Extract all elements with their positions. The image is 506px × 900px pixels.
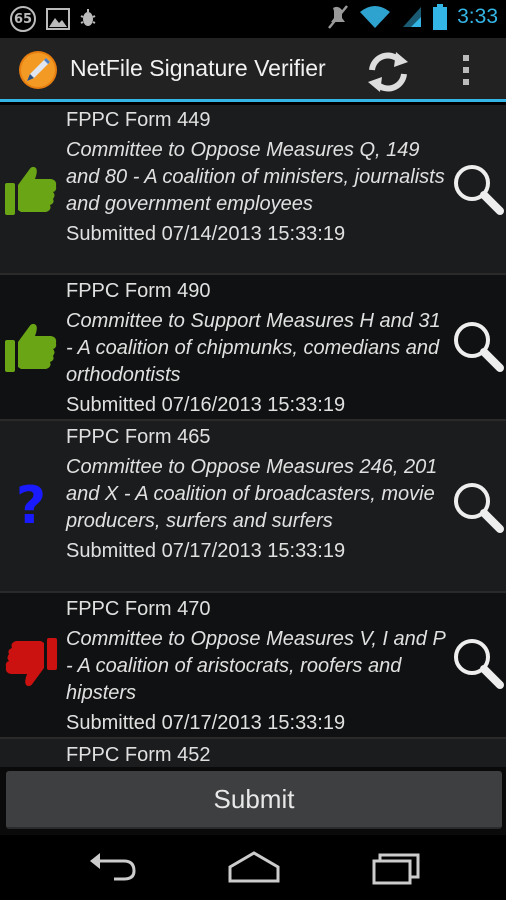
status-bar-notifications: 65 bbox=[10, 6, 96, 32]
form-label: FPPC Form 449 bbox=[66, 109, 211, 131]
app-title: NetFile Signature Verifier bbox=[70, 55, 326, 81]
filing-details: FPPC Form 465 Committee to Oppose Measur… bbox=[66, 424, 446, 565]
filing-details: FPPC Form 470 Committee to Oppose Measur… bbox=[66, 596, 446, 737]
status-bar: 65 3:33 bbox=[0, 0, 506, 38]
form-label: FPPC Form 452 bbox=[66, 744, 211, 766]
navigation-bar bbox=[0, 835, 506, 900]
action-bar: NetFile Signature Verifier bbox=[0, 38, 506, 102]
submitted-date: Submitted 07/17/2013 15:33:19 bbox=[66, 540, 346, 562]
overflow-dot bbox=[463, 67, 469, 73]
list-item[interactable]: FPPC Form 449 Committee to Oppose Measur… bbox=[0, 105, 506, 275]
list-item[interactable]: FPPC Form 470 Committee to Oppose Measur… bbox=[0, 593, 506, 739]
filing-details: FPPC Form 490 Committee to Support Measu… bbox=[66, 278, 446, 419]
overflow-menu-icon[interactable] bbox=[452, 50, 480, 90]
image-icon bbox=[46, 8, 70, 30]
submit-button[interactable]: Submit bbox=[6, 771, 502, 829]
list-item[interactable]: FPPC Form 490 Committee to Support Measu… bbox=[0, 275, 506, 421]
filing-description: Committee to Support Measures H and 31 -… bbox=[66, 310, 441, 386]
refresh-icon[interactable] bbox=[362, 46, 414, 98]
magnifier-icon[interactable] bbox=[450, 318, 506, 374]
list-item[interactable]: FPPC Form 452 bbox=[0, 739, 506, 767]
form-label: FPPC Form 465 bbox=[66, 426, 211, 448]
recent-apps-icon[interactable] bbox=[366, 847, 426, 887]
clock: 3:33 bbox=[457, 5, 498, 28]
magnifier-icon[interactable] bbox=[450, 161, 506, 217]
filing-description: Committee to Oppose Measures Q, 149 and … bbox=[66, 139, 445, 215]
pen-icon[interactable] bbox=[18, 50, 58, 90]
list-item[interactable]: ? FPPC Form 465 Committee to Oppose Meas… bbox=[0, 421, 506, 593]
back-icon[interactable] bbox=[84, 847, 144, 887]
battery-icon bbox=[433, 4, 448, 30]
filing-description: Committee to Oppose Measures 246, 201 an… bbox=[66, 456, 438, 532]
notification-count-badge: 65 bbox=[10, 6, 36, 32]
magnifier-icon[interactable] bbox=[450, 479, 506, 535]
signal-icon bbox=[403, 7, 422, 27]
form-label: FPPC Form 490 bbox=[66, 280, 211, 302]
status-bar-system: 3:33 bbox=[327, 4, 498, 30]
filing-details: FPPC Form 449 Committee to Oppose Measur… bbox=[66, 107, 446, 248]
form-label: FPPC Form 470 bbox=[66, 598, 211, 620]
wifi-icon bbox=[360, 6, 391, 28]
magnifier-icon[interactable] bbox=[450, 635, 506, 691]
thumbs-up-icon bbox=[5, 166, 57, 215]
question-mark-icon: ? bbox=[15, 476, 47, 536]
submitted-date: Submitted 07/14/2013 15:33:19 bbox=[66, 223, 346, 245]
overflow-dot bbox=[463, 79, 469, 85]
submitted-date: Submitted 07/17/2013 15:33:19 bbox=[66, 712, 346, 734]
overflow-dot bbox=[463, 55, 469, 61]
thumbs-down-icon bbox=[5, 638, 57, 687]
submit-area: Submit bbox=[0, 767, 506, 835]
usb-debug-icon bbox=[80, 9, 96, 26]
submitted-date: Submitted 07/16/2013 15:33:19 bbox=[66, 394, 346, 416]
home-icon[interactable] bbox=[224, 847, 284, 887]
mute-icon bbox=[328, 5, 349, 29]
filing-list[interactable]: FPPC Form 449 Committee to Oppose Measur… bbox=[0, 105, 506, 767]
filing-description: Committee to Oppose Measures V, I and P … bbox=[66, 628, 446, 704]
thumbs-up-icon bbox=[5, 323, 57, 372]
filing-details: FPPC Form 452 bbox=[66, 742, 446, 767]
